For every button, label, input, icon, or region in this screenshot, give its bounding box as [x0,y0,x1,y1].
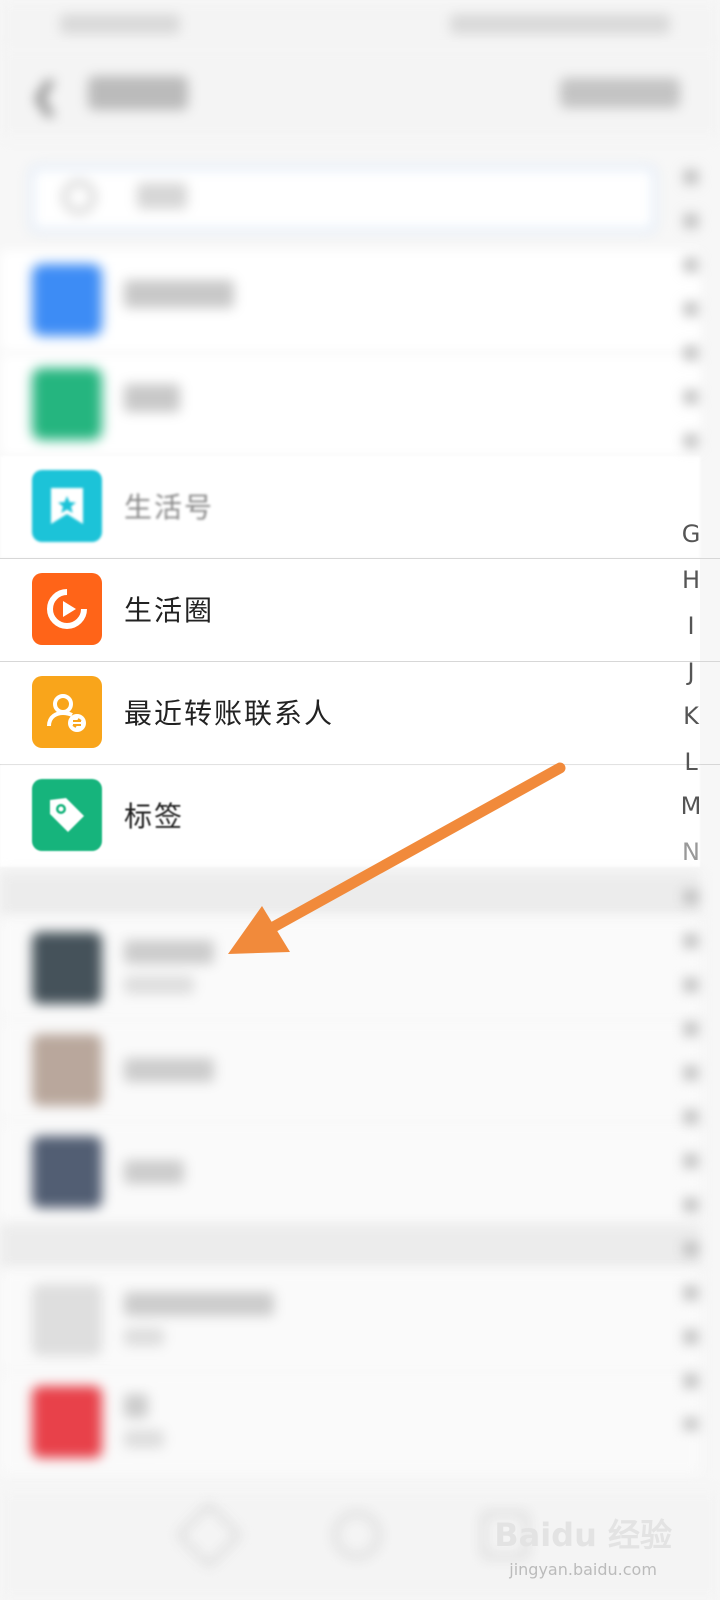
life-circle-label: 生活圈 [124,594,215,627]
tag-row[interactable]: 标签 [0,765,700,867]
contact-row[interactable] [0,1270,700,1372]
avatar [32,1386,102,1458]
life-circle-icon [32,573,102,645]
search-input[interactable] [30,166,656,232]
index-letter-h[interactable]: H [676,566,706,594]
groups-label [124,384,180,412]
contact-row[interactable] [0,918,700,1020]
status-bar [0,0,720,48]
alphabet-index-bottom[interactable] [676,880,706,1440]
contact-name [124,1292,274,1316]
avatar [32,1034,102,1106]
contact-subtitle [124,1328,164,1346]
life-circle-row[interactable]: 生活圈 [0,559,700,661]
status-right-icons [450,14,670,34]
contact-row[interactable] [0,1020,700,1122]
index-letter-i[interactable]: I [676,612,706,640]
contact-row[interactable] [0,1122,700,1224]
status-left-icons [60,14,180,34]
index-letter-l[interactable]: L [676,748,706,776]
groups-icon [32,368,102,440]
index-letter-k[interactable]: K [676,702,706,730]
contact-name [124,1058,214,1082]
new-friends-label [124,280,234,308]
index-letter-j[interactable]: J [676,658,706,686]
section-header [0,872,700,916]
watermark-brand: Baidu 经验 [494,1516,672,1554]
tag-label: 标签 [124,800,185,833]
contact-subtitle [124,1430,164,1448]
new-friends-icon [32,264,102,336]
watermark-url: jingyan.baidu.com [509,1560,657,1579]
home-nav-icon[interactable] [334,1512,380,1558]
contact-name [124,940,214,964]
life-account-row[interactable]: 生活号 [0,456,700,558]
avatar [32,932,102,1004]
page-title [88,76,188,110]
header-bar: ❮ [0,48,720,138]
back-icon[interactable]: ❮ [30,76,60,117]
index-letter-n[interactable]: N [676,838,706,866]
contact-subtitle [124,976,194,994]
contacts-screen: ❮ 生活号 生活圈 最近转账联系人 标签 G H I J K L M N Bai… [0,0,720,1600]
recent-transfer-contacts-row[interactable]: 最近转账联系人 [0,662,700,764]
index-letter-m[interactable]: M [676,792,706,820]
search-icon [63,181,95,213]
life-account-label: 生活号 [124,491,215,524]
add-friend-button[interactable] [560,78,680,108]
recent-transfer-contacts-label: 最近转账联系人 [124,697,335,730]
new-friends-row[interactable] [0,250,700,352]
search-placeholder [137,183,187,209]
avatar [32,1284,102,1356]
avatar [32,1136,102,1208]
contact-row[interactable] [0,1372,700,1474]
contact-name [124,1160,184,1184]
alphabet-index-top[interactable] [676,160,706,500]
contact-name [124,1394,148,1418]
section-header [0,1224,700,1268]
recent-transfer-contacts-icon [32,676,102,748]
groups-row[interactable] [0,354,700,456]
tag-icon [32,779,102,851]
index-letter-g[interactable]: G [676,520,706,548]
baidu-watermark: Baidu 经验 jingyan.baidu.com [494,1510,672,1579]
life-account-icon [32,470,102,542]
